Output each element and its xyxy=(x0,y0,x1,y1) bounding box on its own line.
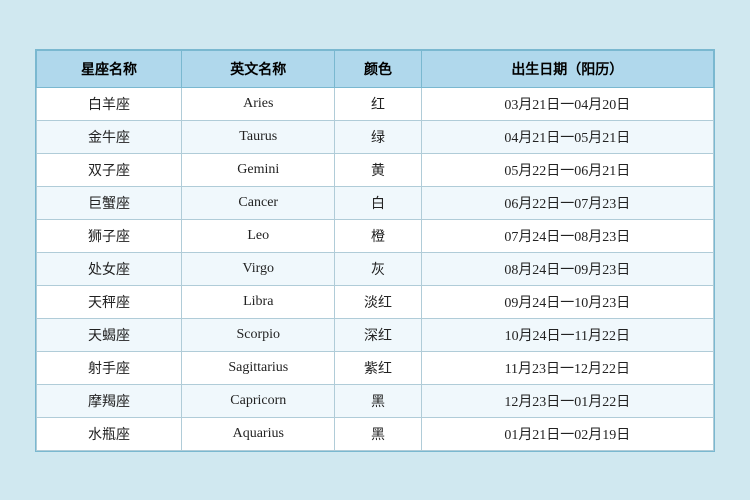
table-cell: 巨蟹座 xyxy=(37,186,182,219)
table-cell: 狮子座 xyxy=(37,219,182,252)
table-row: 双子座Gemini黄05月22日一06月21日 xyxy=(37,153,714,186)
table-cell: 05月22日一06月21日 xyxy=(421,153,713,186)
table-cell: Scorpio xyxy=(182,318,335,351)
table-row: 巨蟹座Cancer白06月22日一07月23日 xyxy=(37,186,714,219)
table-row: 摩羯座Capricorn黑12月23日一01月22日 xyxy=(37,384,714,417)
table-cell: 灰 xyxy=(335,252,421,285)
table-cell: Libra xyxy=(182,285,335,318)
table-row: 白羊座Aries红03月21日一04月20日 xyxy=(37,87,714,120)
table-cell: 天蝎座 xyxy=(37,318,182,351)
table-header-row: 星座名称 英文名称 颜色 出生日期（阳历） xyxy=(37,50,714,87)
table-cell: 10月24日一11月22日 xyxy=(421,318,713,351)
table-cell: 11月23日一12月22日 xyxy=(421,351,713,384)
table-cell: Taurus xyxy=(182,120,335,153)
table-cell: Capricorn xyxy=(182,384,335,417)
table-cell: 淡红 xyxy=(335,285,421,318)
table-cell: 01月21日一02月19日 xyxy=(421,417,713,450)
table-row: 天秤座Libra淡红09月24日一10月23日 xyxy=(37,285,714,318)
table-row: 天蝎座Scorpio深红10月24日一11月22日 xyxy=(37,318,714,351)
table-cell: 07月24日一08月23日 xyxy=(421,219,713,252)
table-cell: Sagittarius xyxy=(182,351,335,384)
col-header-color: 颜色 xyxy=(335,50,421,87)
table-body: 白羊座Aries红03月21日一04月20日金牛座Taurus绿04月21日一0… xyxy=(37,87,714,450)
table-cell: 摩羯座 xyxy=(37,384,182,417)
table-cell: 红 xyxy=(335,87,421,120)
table-cell: Cancer xyxy=(182,186,335,219)
table-cell: 08月24日一09月23日 xyxy=(421,252,713,285)
table-cell: 绿 xyxy=(335,120,421,153)
table-cell: 处女座 xyxy=(37,252,182,285)
table-row: 处女座Virgo灰08月24日一09月23日 xyxy=(37,252,714,285)
table-cell: Aries xyxy=(182,87,335,120)
table-cell: 天秤座 xyxy=(37,285,182,318)
table-row: 射手座Sagittarius紫红11月23日一12月22日 xyxy=(37,351,714,384)
table-cell: 紫红 xyxy=(335,351,421,384)
table-row: 狮子座Leo橙07月24日一08月23日 xyxy=(37,219,714,252)
table-cell: 03月21日一04月20日 xyxy=(421,87,713,120)
col-header-english-name: 英文名称 xyxy=(182,50,335,87)
zodiac-table-container: 星座名称 英文名称 颜色 出生日期（阳历） 白羊座Aries红03月21日一04… xyxy=(35,49,715,452)
table-cell: 04月21日一05月21日 xyxy=(421,120,713,153)
table-cell: 黑 xyxy=(335,384,421,417)
table-cell: Virgo xyxy=(182,252,335,285)
table-cell: 橙 xyxy=(335,219,421,252)
table-cell: Gemini xyxy=(182,153,335,186)
table-cell: 12月23日一01月22日 xyxy=(421,384,713,417)
table-cell: 白羊座 xyxy=(37,87,182,120)
table-cell: 双子座 xyxy=(37,153,182,186)
table-cell: 09月24日一10月23日 xyxy=(421,285,713,318)
table-row: 水瓶座Aquarius黑01月21日一02月19日 xyxy=(37,417,714,450)
table-cell: 深红 xyxy=(335,318,421,351)
table-row: 金牛座Taurus绿04月21日一05月21日 xyxy=(37,120,714,153)
table-cell: 06月22日一07月23日 xyxy=(421,186,713,219)
table-cell: 金牛座 xyxy=(37,120,182,153)
col-header-chinese-name: 星座名称 xyxy=(37,50,182,87)
zodiac-table: 星座名称 英文名称 颜色 出生日期（阳历） 白羊座Aries红03月21日一04… xyxy=(36,50,714,451)
table-cell: 黑 xyxy=(335,417,421,450)
table-cell: 白 xyxy=(335,186,421,219)
col-header-birthdate: 出生日期（阳历） xyxy=(421,50,713,87)
table-cell: Leo xyxy=(182,219,335,252)
table-cell: 水瓶座 xyxy=(37,417,182,450)
table-cell: 黄 xyxy=(335,153,421,186)
table-cell: 射手座 xyxy=(37,351,182,384)
table-cell: Aquarius xyxy=(182,417,335,450)
